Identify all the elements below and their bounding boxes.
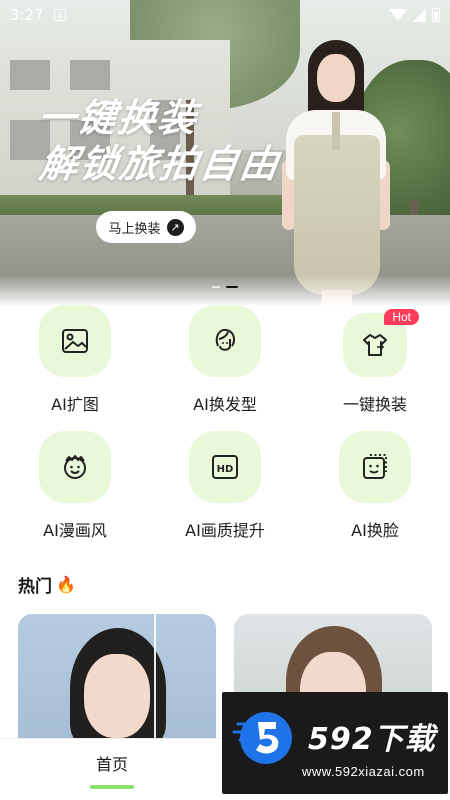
battery-icon <box>432 8 440 22</box>
feature-bubble: HD <box>189 431 261 503</box>
feature-bubble <box>339 431 411 503</box>
try-on-button-label: 马上换装 <box>108 221 161 237</box>
hot-section-title: 热门 🔥 <box>18 572 76 597</box>
signal-icon <box>413 8 426 22</box>
feature-one-click-outfit[interactable]: Hot 一键换装 <box>300 305 450 423</box>
feature-label: AI扩图 <box>51 395 99 414</box>
feature-ai-expand[interactable]: AI扩图 <box>0 305 150 423</box>
watermark-url: www.592xiazai.com <box>302 764 425 779</box>
feature-ai-hairstyle[interactable]: AI换发型 <box>150 305 300 423</box>
site-watermark: 592下载 www.592xiazai.com <box>222 692 448 794</box>
hot-section-label: 热门 <box>18 577 52 597</box>
status-indicators <box>389 8 440 22</box>
promo-banner[interactable]: 一键换装 解锁旅拍自由 马上换装 ↗ <box>0 0 450 305</box>
try-on-button[interactable]: 马上换装 ↗ <box>96 211 196 243</box>
feature-label: 一键换装 <box>342 395 407 414</box>
watermark-logo-icon <box>232 712 292 764</box>
banner-dot <box>212 286 220 288</box>
face-swap-icon <box>360 452 390 482</box>
nav-active-indicator <box>90 785 134 789</box>
hd-icon: HD <box>210 452 240 482</box>
feature-ai-faceswap[interactable]: AI换脸 <box>300 431 450 549</box>
feature-label: AI换脸 <box>351 521 399 540</box>
feature-label: AI换发型 <box>193 395 257 414</box>
image-expand-icon <box>60 326 90 356</box>
wifi-icon <box>389 9 407 21</box>
notification-icon: A <box>53 9 66 21</box>
model-photo <box>282 40 402 305</box>
watermark-brand: 592下载 <box>308 722 436 757</box>
arrow-up-right-icon: ↗ <box>166 218 184 236</box>
comic-face-icon <box>60 452 90 482</box>
feature-ai-quality[interactable]: HD AI画质提升 <box>150 431 300 549</box>
feature-bubble <box>39 431 111 503</box>
headline-line-1: 一键换装 <box>34 95 202 140</box>
hot-badge: Hot <box>384 309 419 325</box>
feature-label: AI画质提升 <box>185 521 265 540</box>
svg-text:HD: HD <box>217 464 234 475</box>
banner-pagination <box>200 286 250 290</box>
status-bar: 3:27 A <box>0 0 450 30</box>
feature-label: AI漫画风 <box>43 521 107 540</box>
banner-headline: 一键换装 解锁旅拍自由 <box>34 95 284 187</box>
outfit-swap-icon <box>360 330 390 360</box>
banner-dot-active <box>226 286 238 288</box>
headline-line-2: 解锁旅拍自由 <box>36 141 284 186</box>
feature-bubble <box>189 305 261 377</box>
nav-tab-home[interactable]: 首页 <box>86 751 138 775</box>
feature-ai-comic[interactable]: AI漫画风 <box>0 431 150 549</box>
hairstyle-icon <box>210 326 240 356</box>
status-time: 3:27 <box>10 6 44 24</box>
feature-bubble <box>39 305 111 377</box>
fire-icon: 🔥 <box>56 575 76 594</box>
feature-bubble: Hot <box>343 309 419 377</box>
feature-grid: AI扩图 AI换发型 Hot 一键换装 AI漫画风 HD AI画质提升 AI换脸 <box>0 305 450 550</box>
